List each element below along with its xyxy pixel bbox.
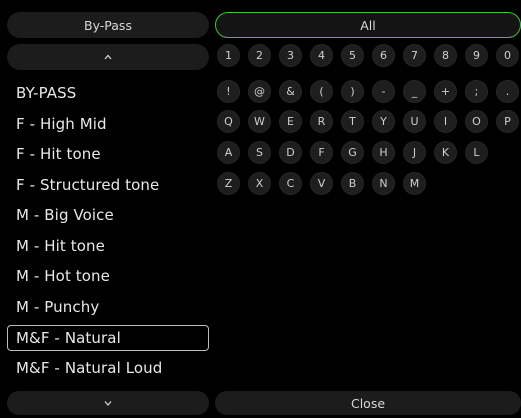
chevron-down-icon — [104, 401, 112, 406]
key-button[interactable]: V — [310, 172, 333, 195]
key-button[interactable]: 6 — [372, 44, 395, 67]
key-button[interactable]: N — [372, 172, 395, 195]
key-button[interactable]: D — [279, 141, 302, 164]
key-button[interactable]: W — [248, 110, 271, 133]
preset-item[interactable]: M - Hot tone — [7, 263, 209, 289]
preset-item[interactable]: M - Big Voice — [7, 202, 209, 228]
key-button[interactable]: & — [279, 80, 302, 103]
chevron-up-icon — [104, 54, 112, 60]
preset-item[interactable]: F - Structured tone — [7, 172, 209, 198]
bypass-filter-label: By-Pass — [84, 17, 132, 33]
key-button[interactable]: O — [465, 110, 488, 133]
close-label: Close — [350, 395, 386, 411]
scroll-up-button[interactable] — [7, 44, 209, 70]
key-button[interactable]: 7 — [403, 44, 426, 67]
key-button[interactable]: Z — [217, 172, 240, 195]
key-button[interactable]: E — [279, 110, 302, 133]
preset-panel: By-Pass BY-PASS F - High Mid F - Hit tone F… — [0, 0, 213, 418]
close-button[interactable]: Close — [215, 391, 521, 415]
key-button[interactable]: S — [248, 141, 271, 164]
key-button[interactable]: 9 — [465, 44, 488, 67]
preset-item[interactable]: M&F - Natural Loud — [7, 355, 209, 381]
key-button[interactable]: 8 — [434, 44, 457, 67]
category-all-tab[interactable]: All — [215, 12, 521, 38]
key-button[interactable]: U — [403, 110, 426, 133]
key-button[interactable]: H — [372, 141, 395, 164]
key-button[interactable]: K — [434, 141, 457, 164]
preset-item[interactable]: F - High Mid — [7, 111, 209, 137]
key-button[interactable]: J — [403, 141, 426, 164]
category-all-label: All — [360, 17, 376, 33]
key-button[interactable]: C — [279, 172, 302, 195]
bypass-filter-button[interactable]: By-Pass — [7, 12, 209, 38]
key-button[interactable]: B — [341, 172, 364, 195]
key-button[interactable]: 4 — [310, 44, 333, 67]
key-button[interactable]: A — [217, 141, 240, 164]
key-button[interactable]: R — [310, 110, 333, 133]
preset-item[interactable]: M - Punchy — [7, 294, 209, 320]
key-button[interactable]: + — [434, 80, 457, 103]
key-button[interactable]: ) — [341, 80, 364, 103]
key-button[interactable]: ! — [217, 80, 240, 103]
key-button[interactable]: G — [341, 141, 364, 164]
preset-item-selected[interactable]: M&F - Natural — [7, 325, 209, 351]
key-button[interactable]: 2 — [248, 44, 271, 67]
key-button[interactable]: 3 — [279, 44, 302, 67]
key-button[interactable]: 1 — [217, 44, 240, 67]
key-button[interactable]: I — [434, 110, 457, 133]
key-button[interactable]: ( — [310, 80, 333, 103]
scroll-down-button[interactable] — [7, 391, 209, 415]
key-button[interactable]: . — [496, 80, 519, 103]
key-button[interactable]: 5 — [341, 44, 364, 67]
key-button[interactable]: Y — [372, 110, 395, 133]
key-button[interactable]: @ — [248, 80, 271, 103]
key-button[interactable]: P — [496, 110, 519, 133]
key-button[interactable]: F — [310, 141, 333, 164]
key-button[interactable]: _ — [403, 80, 426, 103]
key-button[interactable]: ; — [465, 80, 488, 103]
preset-item[interactable]: F - Hit tone — [7, 141, 209, 167]
key-button[interactable]: - — [372, 80, 395, 103]
key-button[interactable]: M — [403, 172, 426, 195]
key-button[interactable]: Q — [217, 110, 240, 133]
key-button[interactable]: 0 — [496, 44, 519, 67]
preset-item[interactable]: BY-PASS — [7, 80, 209, 106]
key-button[interactable]: X — [248, 172, 271, 195]
key-button[interactable]: T — [341, 110, 364, 133]
preset-item[interactable]: M - Hit tone — [7, 233, 209, 259]
key-button[interactable]: L — [465, 141, 488, 164]
